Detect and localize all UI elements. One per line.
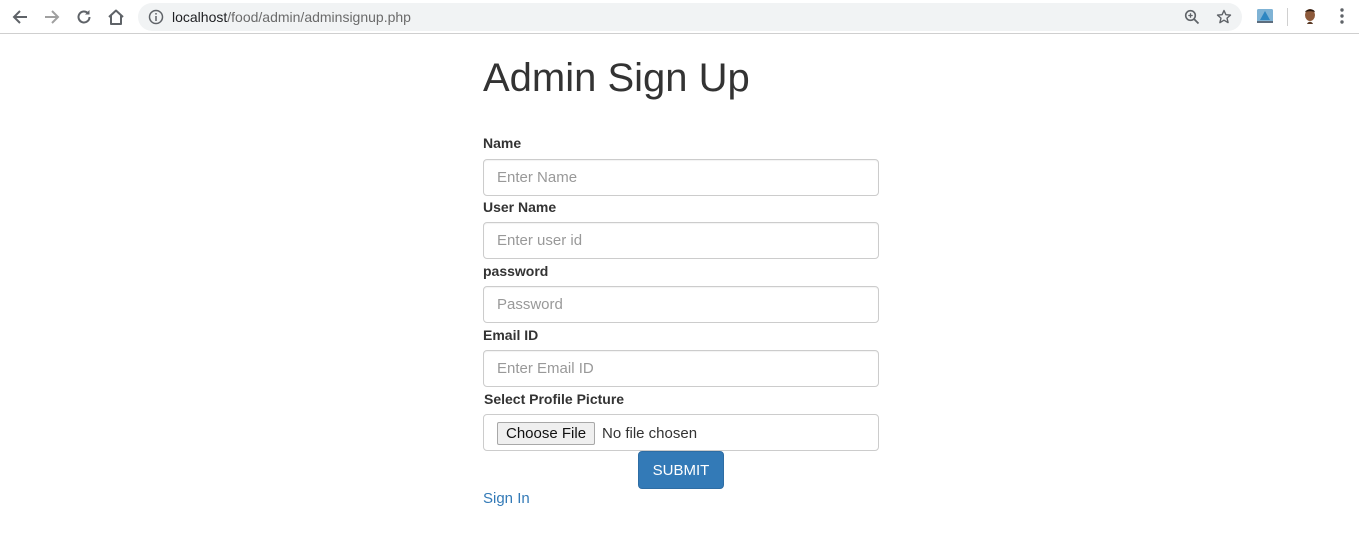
email-label: Email ID (483, 327, 539, 343)
reload-button[interactable] (72, 5, 96, 29)
file-status-text: No file chosen (602, 425, 698, 442)
reload-icon (77, 10, 91, 24)
menu-dots-icon[interactable] (1332, 6, 1352, 26)
url-text[interactable]: localhost/food/admin/adminsignup.php (172, 9, 411, 25)
zoom-button[interactable] (1182, 7, 1202, 27)
extension-icon[interactable] (1255, 6, 1275, 26)
browser-toolbar: localhost/food/admin/adminsignup.php (0, 0, 1359, 34)
sign-in-link[interactable]: Sign In (483, 490, 530, 508)
star-icon (1216, 9, 1232, 24)
password-label: password (483, 263, 549, 279)
page-title: Admin Sign Up (483, 56, 750, 100)
back-button[interactable] (8, 5, 32, 29)
name-input[interactable] (483, 159, 879, 196)
back-arrow-icon (12, 10, 27, 24)
profile-picture-field: Choose File No file chosen (483, 414, 879, 451)
home-icon (108, 9, 124, 25)
username-label: User Name (483, 199, 557, 215)
home-button[interactable] (104, 5, 128, 29)
submit-button[interactable]: SUBMIT (638, 451, 724, 489)
zoom-icon (1184, 9, 1200, 25)
choose-file-button[interactable]: Choose File (497, 422, 596, 445)
profile-picture-label: Select Profile Picture (484, 391, 625, 407)
forward-arrow-icon (45, 10, 60, 24)
url-path: /food/admin/adminsignup.php (227, 9, 411, 25)
address-bar[interactable]: localhost/food/admin/adminsignup.php (138, 3, 1242, 31)
info-icon[interactable] (148, 9, 164, 25)
profile-avatar-icon[interactable] (1300, 6, 1320, 26)
password-input[interactable] (483, 286, 879, 323)
bookmark-button[interactable] (1214, 7, 1234, 27)
url-host: localhost (172, 9, 228, 25)
email-input[interactable] (483, 350, 879, 387)
forward-button[interactable] (40, 5, 64, 29)
username-input[interactable] (483, 222, 879, 259)
toolbar-separator (1287, 8, 1288, 26)
name-label: Name (483, 135, 522, 151)
